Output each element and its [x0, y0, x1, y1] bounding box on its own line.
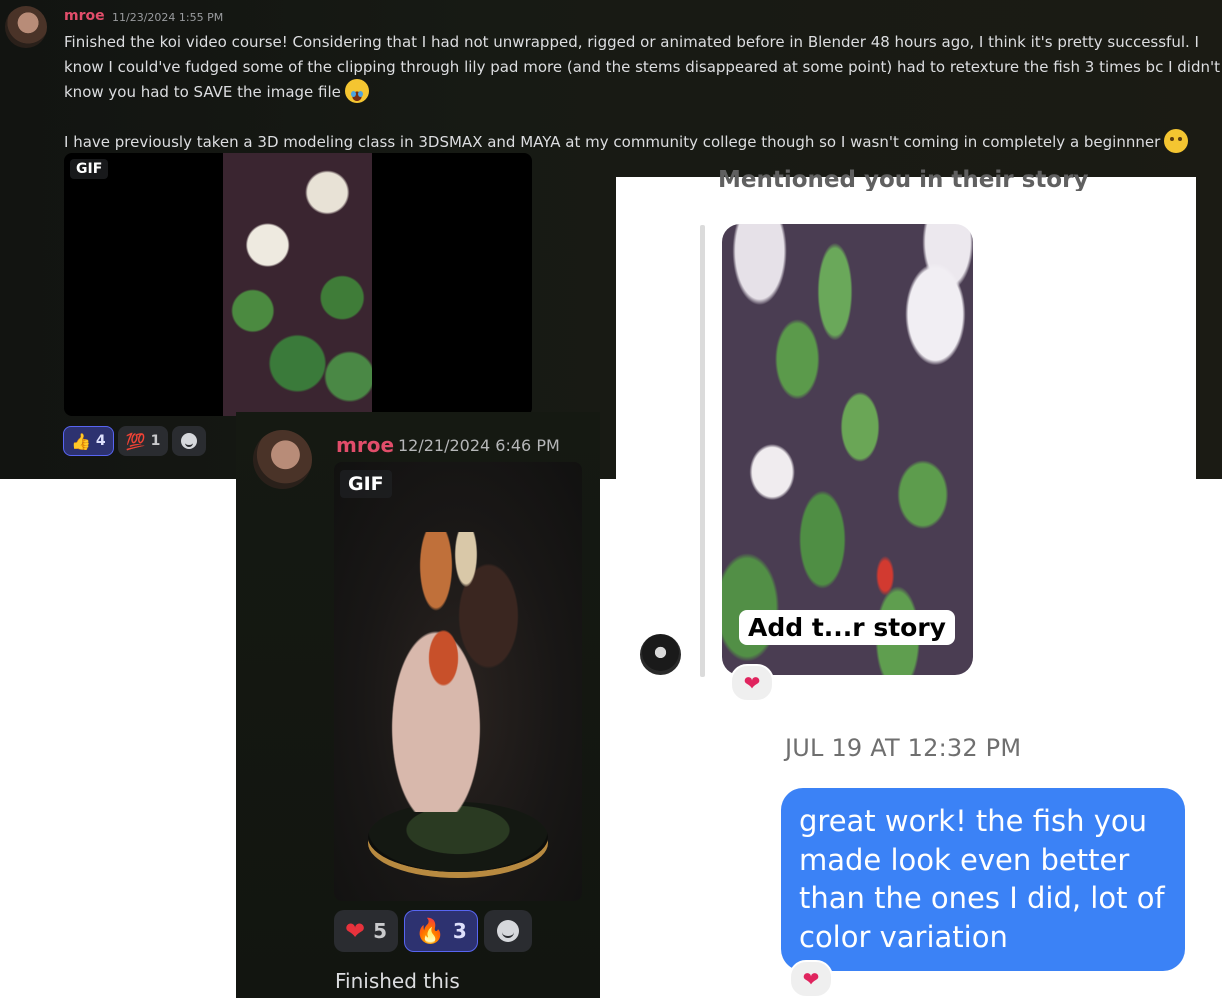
story-caption: Add t...r story	[739, 610, 955, 645]
story-heart-reaction[interactable]: ❤	[730, 664, 774, 702]
message-text-part-1: Finished the koi video course! Consideri…	[64, 33, 1221, 101]
reaction-bar: ❤ 5 🔥 3	[334, 910, 532, 952]
add-reaction-icon	[496, 920, 519, 942]
username[interactable]: mroe	[64, 8, 105, 24]
message-heart-reaction[interactable]: ❤	[789, 960, 833, 998]
message-text: Finished this	[335, 969, 460, 993]
avatar[interactable]	[640, 634, 681, 675]
add-reaction-button[interactable]	[483, 910, 532, 952]
reaction-count: 1	[150, 433, 161, 449]
timestamp: 11/23/2024 1:55 PM	[112, 11, 224, 24]
reaction-thumbs-up[interactable]: 👍 4	[63, 426, 114, 456]
add-reaction-icon	[181, 433, 198, 449]
discord-message-panel-2: mroe 12/21/2024 6:46 PM GIF ❤ 5 🔥 3 Fini…	[236, 412, 600, 998]
message-text: Finished the koi video course! Consideri…	[64, 30, 1222, 155]
reaction-hundred-points[interactable]: 💯 1	[117, 426, 169, 456]
story-mention-heading: Mentioned you in their story	[718, 167, 1089, 191]
gif-attachment[interactable]: GIF	[334, 462, 582, 901]
koi-pond-animation	[223, 153, 372, 416]
gif-badge: GIF	[70, 159, 109, 179]
heart-icon: ❤	[345, 917, 366, 945]
message-text-part-2: I have previously taken a 3D modeling cl…	[64, 133, 1161, 151]
reaction-count: 5	[373, 919, 388, 943]
hundred-points-icon: 💯	[125, 431, 146, 451]
couple-figurine	[376, 532, 526, 812]
message-date: JUL 19 AT 12:32 PM	[785, 734, 1022, 762]
add-reaction-button[interactable]	[172, 426, 207, 456]
gif-attachment[interactable]: GIF	[64, 153, 532, 416]
fire-icon: 🔥	[415, 917, 445, 945]
figurine-base	[368, 802, 548, 872]
thumbs-up-icon: 👍	[71, 431, 91, 451]
message-bubble[interactable]: great work! the fish you made look even …	[781, 788, 1185, 971]
story-preview[interactable]: Add t...r story	[722, 224, 973, 675]
smile-emoji-icon	[1164, 129, 1189, 153]
reaction-count: 4	[95, 433, 106, 449]
reaction-bar: 👍 4 💯 1	[63, 426, 207, 456]
gif-badge: GIF	[340, 470, 392, 498]
avatar[interactable]	[5, 6, 47, 48]
timestamp: 12/21/2024 6:46 PM	[398, 436, 560, 455]
heart-icon: ❤	[802, 967, 820, 991]
reaction-heart[interactable]: ❤ 5	[334, 910, 399, 952]
username[interactable]: mroe	[336, 433, 394, 457]
avatar[interactable]	[253, 430, 312, 489]
reaction-count: 3	[452, 919, 467, 943]
laughing-emoji-icon	[344, 79, 369, 103]
heart-icon: ❤	[743, 671, 761, 695]
story-reply-line	[700, 225, 705, 677]
reaction-fire[interactable]: 🔥 3	[404, 910, 478, 952]
